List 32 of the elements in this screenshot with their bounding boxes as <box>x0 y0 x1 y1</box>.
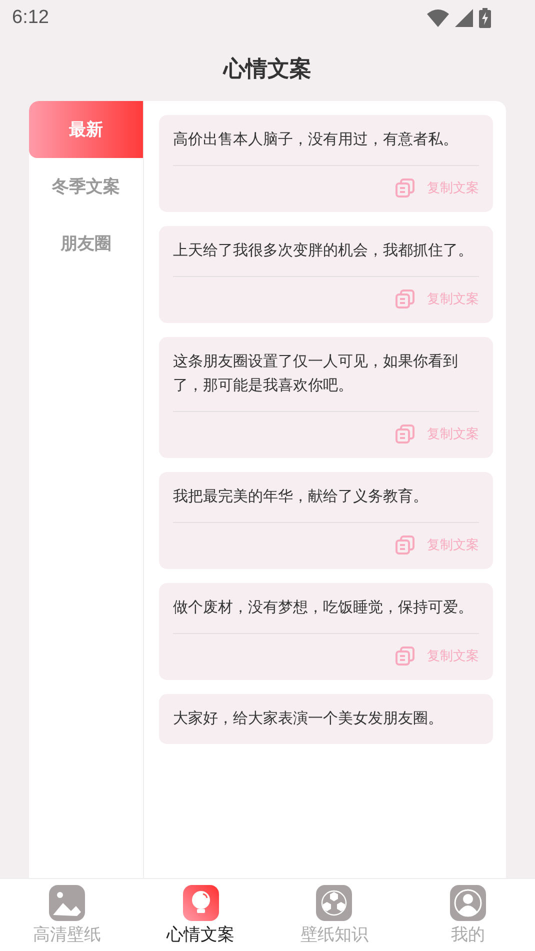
copy-icon <box>395 178 415 198</box>
nav-tab[interactable]: 我的 <box>401 879 535 951</box>
copy-button[interactable]: 复制文案 <box>427 290 479 308</box>
copy-icon <box>395 646 415 666</box>
quote-text: 上天给了我很多次变胖的机会，我都抓住了。 <box>173 240 474 261</box>
user-icon <box>450 885 486 921</box>
copy-button[interactable]: 复制文案 <box>427 425 479 443</box>
category-tab[interactable]: 朋友圈 <box>29 215 143 272</box>
lightbulb-icon <box>182 885 219 921</box>
battery-icon <box>479 8 491 28</box>
quote-text: 大家好，给大家表演一个美女发朋友圈。 <box>173 708 444 729</box>
page-title: 心情文案 <box>224 56 312 84</box>
copy-icon <box>395 535 415 555</box>
category-tab[interactable]: 冬季文案 <box>29 158 143 215</box>
nav-tab[interactable]: 高清壁纸 <box>0 879 134 951</box>
status-time: 6:12 <box>12 7 49 29</box>
quote-text: 我把最完美的年华，献给了义务教育。 <box>173 486 429 507</box>
copy-icon <box>395 424 415 444</box>
quote-text: 做个废材，没有梦想，吃饭睡觉，保持可爱。 <box>173 597 474 618</box>
copy-button[interactable]: 复制文案 <box>427 179 479 197</box>
category-tab[interactable]: 最新 <box>29 101 143 158</box>
quote-text: 这条朋友圈设置了仅一人可见，如果你看到了，那可能是我喜欢你吧。 <box>173 351 459 396</box>
wifi-icon <box>427 9 449 27</box>
signal-icon <box>455 9 473 27</box>
image-icon <box>48 885 85 921</box>
quote-text: 高价出售本人脑子，没有用过，有意者私。 <box>173 129 459 150</box>
copy-button[interactable]: 复制文案 <box>427 536 479 554</box>
nav-tab[interactable]: 壁纸知识 <box>268 879 402 951</box>
copy-icon <box>395 289 415 309</box>
hexagons-icon <box>316 885 352 921</box>
nav-tab[interactable]: 心情文案 <box>134 879 268 951</box>
copy-button[interactable]: 复制文案 <box>427 647 479 665</box>
